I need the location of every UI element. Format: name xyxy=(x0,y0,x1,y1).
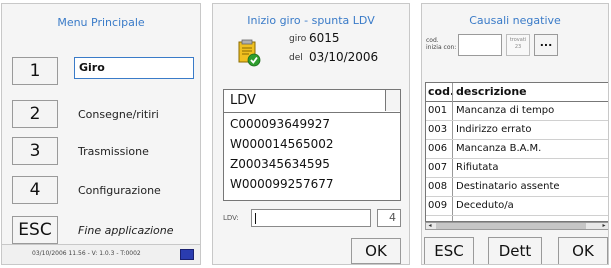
cod-filter-input[interactable] xyxy=(458,34,502,56)
trovati-counter: trovati 23 xyxy=(506,34,530,56)
status-bar: 03/10/2006 11.56 - V: 1.0.3 - T:0002 xyxy=(2,244,200,264)
list-item[interactable]: W000099257677 xyxy=(230,177,333,191)
menu-item-consegne-ritiri[interactable]: Consegne/ritiri xyxy=(78,108,159,121)
causali-table[interactable]: cod. descrizione 001 Mancanza di tempo 0… xyxy=(425,82,608,222)
ldv-input[interactable] xyxy=(251,209,371,227)
column-header-descrizione[interactable]: descrizione xyxy=(456,85,527,98)
column-separator xyxy=(385,90,400,111)
cell-cod: 006 xyxy=(428,143,448,154)
screen-title: Menu Principale xyxy=(57,16,145,29)
esc-button[interactable]: ESC xyxy=(424,237,474,264)
menu-key-esc[interactable]: ESC xyxy=(12,216,58,244)
table-row[interactable]: 001 Mancanza di tempo xyxy=(426,102,608,121)
menu-item-fine-applicazione[interactable]: Fine applicazione xyxy=(78,224,174,237)
giro-value: 6015 xyxy=(309,31,340,45)
ldv-input-label: LDV: xyxy=(223,214,239,222)
horizontal-scrollbar[interactable]: ◂ ▸ xyxy=(425,222,608,230)
menu-item-giro[interactable]: Giro xyxy=(74,57,194,79)
table-row[interactable]: 006 Mancanza B.A.M. xyxy=(426,140,608,159)
scroll-right-icon[interactable]: ▸ xyxy=(600,223,608,229)
table-row[interactable]: 007 Rifiutata xyxy=(426,159,608,178)
cell-descrizione: Rifiutata xyxy=(456,162,499,173)
text-cursor xyxy=(255,213,256,224)
list-item[interactable]: W000014565002 xyxy=(230,137,333,151)
ldv-list[interactable]: LDV C000093649927 W000014565002 Z0003456… xyxy=(223,89,401,201)
cell-cod: 009 xyxy=(428,200,448,211)
cell-cod: 001 xyxy=(428,105,448,116)
column-header-cod[interactable]: cod. xyxy=(428,85,454,98)
trovati-value: 23 xyxy=(514,44,522,50)
menu-key-2[interactable]: 2 xyxy=(12,100,58,128)
scrollbar-thumb[interactable] xyxy=(436,223,586,229)
cell-descrizione: Destinatario assente xyxy=(456,181,560,192)
menu-item-configurazione[interactable]: Configurazione xyxy=(78,184,161,197)
dett-button[interactable]: Dett xyxy=(488,237,542,264)
scroll-left-icon[interactable]: ◂ xyxy=(426,223,434,229)
cell-descrizione: Deceduto/a xyxy=(456,200,514,211)
table-header: cod. descrizione xyxy=(426,83,608,102)
ok-button[interactable]: OK xyxy=(351,238,401,264)
cell-cod: 003 xyxy=(428,124,448,135)
menu-key-1[interactable]: 1 xyxy=(12,57,58,85)
list-item[interactable]: C000093649927 xyxy=(230,117,330,131)
menu-item-trasmissione[interactable]: Trasmissione xyxy=(78,145,149,158)
document-check-icon xyxy=(238,39,261,67)
ldv-column-header: LDV xyxy=(230,93,256,108)
menu-key-4[interactable]: 4 xyxy=(12,176,58,204)
del-value: 03/10/2006 xyxy=(309,50,379,64)
menu-principale-screen: Menu Principale 1 Giro 2 Consegne/ritiri… xyxy=(1,3,201,265)
ok-button[interactable]: OK xyxy=(558,237,608,264)
table-row[interactable]: 008 Destinatario assente xyxy=(426,178,608,197)
cell-cod: 007 xyxy=(428,162,448,173)
giro-label: giro xyxy=(289,34,307,44)
cell-cod: 008 xyxy=(428,181,448,192)
screen-title: Causali negative xyxy=(469,14,561,27)
cell-descrizione: Mancanza B.A.M. xyxy=(456,143,542,154)
status-text: 03/10/2006 11.56 - V: 1.0.3 - T:0002 xyxy=(32,250,141,257)
ldv-list-header: LDV xyxy=(224,90,400,113)
trovati-label: trovati xyxy=(509,37,527,43)
causali-negative-screen: Causali negative cod. inizia con: trovat… xyxy=(421,3,609,265)
cell-descrizione: Mancanza di tempo xyxy=(456,105,555,116)
cod-label-line2: inizia con: xyxy=(426,44,457,51)
cod-filter-label: cod. inizia con: xyxy=(426,37,456,51)
battery-icon xyxy=(180,249,194,260)
cell-descrizione: Indirizzo errato xyxy=(456,124,532,135)
menu-key-3[interactable]: 3 xyxy=(12,137,58,165)
ldv-count-field: 4 xyxy=(377,209,401,227)
table-row[interactable]: 003 Indirizzo errato xyxy=(426,121,608,140)
cod-label-line1: cod. xyxy=(426,37,439,44)
browse-button[interactable]: ... xyxy=(534,34,558,56)
list-item[interactable]: Z000345634595 xyxy=(230,157,330,171)
del-label: del xyxy=(289,53,303,63)
inizio-giro-screen: Inizio giro - spunta LDV giro 6015 del 0… xyxy=(212,3,410,265)
screen-title: Inizio giro - spunta LDV xyxy=(247,14,375,27)
table-row[interactable]: 009 Deceduto/a xyxy=(426,197,608,216)
